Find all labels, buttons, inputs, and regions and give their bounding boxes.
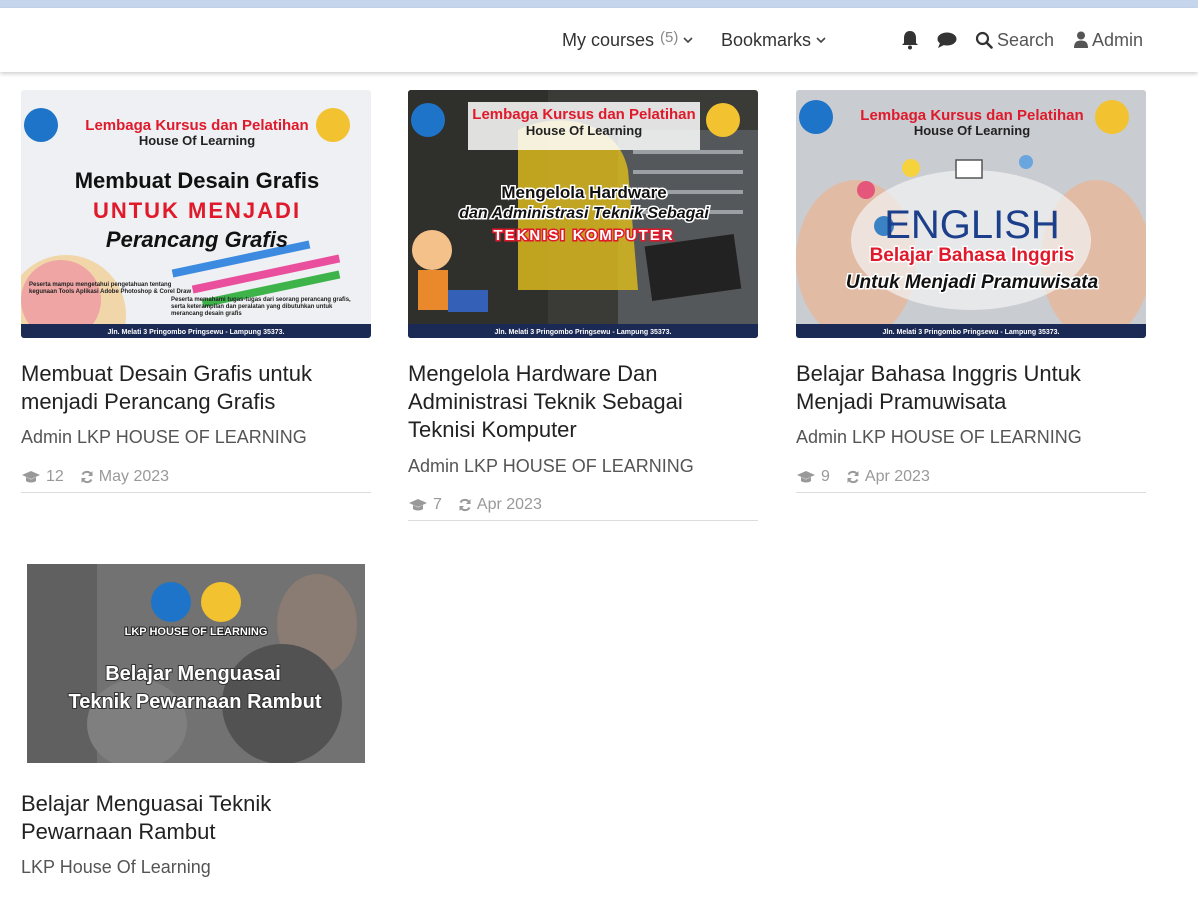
thumb-line-2: Belajar Bahasa Inggris [870,245,1075,266]
course-title[interactable]: Belajar Menguasai Teknik Pewarnaan Rambu… [21,790,271,846]
students-value: 7 [433,496,442,513]
lampung-logo-icon [706,103,740,137]
speech-bubble-icon [857,181,875,199]
thumb-line-1: Mengelola Hardware [501,183,666,202]
browser-top-strip [0,0,1198,8]
my-courses-label: My courses [562,29,655,50]
updated-value: Apr 2023 [864,468,930,485]
book-icon [955,159,983,179]
my-courses-count: (5) [660,28,679,46]
course-title-line: Menjadi Pramuwisata [796,389,1007,414]
thumb-header: Lembaga Kursus dan Pelatihan [860,107,1083,124]
my-courses-menu[interactable]: My courses (5) [562,8,694,72]
students-count: 7 [408,496,442,514]
user-menu[interactable]: Admin [1074,8,1143,72]
user-name: Admin [1092,29,1144,50]
emblem-icon [151,582,191,622]
graduation-cap-icon [22,471,40,483]
lampung-logo-icon [201,582,241,622]
course-title[interactable]: Membuat Desain Grafis untuk menjadi Pera… [21,360,312,416]
thumb-note-1: Peserta mampu mengetahui pengetahuan ten… [29,282,172,288]
thumb-note-4: serta keterampilan dan peralatan yang di… [171,304,333,310]
emblem-icon [411,103,445,137]
graduation-cap-icon [409,499,427,511]
thumb-line-3: Perancang Grafis [106,227,288,252]
course-title-line: menjadi Perancang Grafis [21,389,276,414]
course-thumbnail[interactable]: Lembaga Kursus dan Pelatihan House Of Le… [408,90,758,338]
course-title-line: Pewarnaan Rambut [21,819,216,844]
updated-value: Apr 2023 [476,496,542,513]
bookmarks-label: Bookmarks [721,29,812,50]
course-title-line: Belajar Menguasai Teknik [21,791,272,816]
thumb-header: Lembaga Kursus dan Pelatihan [472,106,695,123]
search-icon [975,31,993,49]
course-title[interactable]: Mengelola Hardware Dan Administrasi Tekn… [408,360,683,444]
network-icon [1019,155,1033,169]
students-value: 12 [46,468,64,485]
course-author: Admin LKP HOUSE OF LEARNING [408,456,694,476]
search-button[interactable]: Search [975,8,1054,72]
thumb-footer: Jln. Melati 3 Pringombo Pringsewu - Lamp… [108,329,285,336]
thumb-line-2: UNTUK MENJADI [93,198,301,223]
graduation-cap-icon [797,471,815,483]
thumb-line-2: dan Administrasi Teknik Sebagai [459,205,709,222]
course-title-line: Belajar Bahasa Inggris Untuk [796,361,1081,386]
course-thumbnail[interactable]: Lembaga Kursus dan Pelatihan House Of Le… [21,90,371,338]
refresh-icon [459,498,471,512]
course-author: Admin LKP HOUSE OF LEARNING [796,427,1082,447]
search-label: Search [997,29,1055,50]
thumb-header: Lembaga Kursus dan Pelatihan [85,117,308,134]
course-title-line: Administrasi Teknik Sebagai [408,389,683,414]
top-navbar: My courses (5) Bookmarks Search Admin [0,8,1198,72]
thumb-line-3: TEKNISI KOMPUTER [493,227,674,244]
course-title-line: Teknisi Komputer [408,417,577,442]
emblem-icon [24,108,58,142]
emblem-icon [799,100,833,134]
thumb-sub: House Of Learning [139,133,255,148]
chevron-down-icon [816,37,826,44]
thumb-line-3: Untuk Menjadi Pramuwisata [846,272,1099,293]
lampung-logo-icon [1095,100,1129,134]
thumb-sub: House Of Learning [914,123,1030,138]
course-meta: 12 May 2023 [21,468,371,493]
lampung-logo-icon [316,108,350,142]
thumb-line-1: Membuat Desain Grafis [75,168,320,193]
course-thumbnail[interactable]: LKP HOUSE OF LEARNING Belajar Menguasai … [27,564,365,763]
thumb-note-3: Peserta memahami tugas-tugas dari seoran… [171,297,351,303]
thumb-line-2: Teknik Pewarnaan Rambut [68,691,321,713]
course-title[interactable]: Belajar Bahasa Inggris Untuk Menjadi Pra… [796,360,1081,416]
chat-icon[interactable] [936,29,958,51]
course-meta: 7 Apr 2023 [408,496,758,521]
thumb-note-2: kegunaan Tools Aplikasi Adobe Photoshop … [29,289,191,295]
refresh-icon [847,470,859,484]
user-icon [1074,31,1088,48]
course-author: LKP House Of Learning [21,857,211,877]
course-title-line: Mengelola Hardware Dan [408,361,658,386]
bell-icon[interactable] [899,29,921,51]
course-author: Admin LKP HOUSE OF LEARNING [21,427,307,447]
thumb-header: LKP HOUSE OF LEARNING [125,626,268,638]
updated-date: May 2023 [80,468,169,486]
updated-date: Apr 2023 [458,496,542,514]
thumb-sub: House Of Learning [526,123,642,138]
updated-date: Apr 2023 [846,468,930,486]
chevron-down-icon [683,37,693,44]
students-count: 9 [796,468,830,486]
thumb-note-5: merancang desain grafis [171,311,242,317]
lightbulb-icon [902,159,920,177]
thumb-line-1: ENGLISH [884,203,1060,247]
students-count: 12 [21,468,64,486]
thumb-footer: Jln. Melati 3 Pringombo Pringsewu - Lamp… [883,329,1060,336]
thumb-footer: Jln. Melati 3 Pringombo Pringsewu - Lamp… [495,329,672,336]
bookmarks-menu[interactable]: Bookmarks [721,8,827,72]
refresh-icon [81,470,93,484]
updated-value: May 2023 [98,468,170,485]
technician-cartoon-icon [412,230,452,270]
course-thumbnail[interactable]: Lembaga Kursus dan Pelatihan House Of Le… [796,90,1146,338]
thumb-line-1: Belajar Menguasai [105,663,281,685]
course-meta: 9 Apr 2023 [796,468,1146,493]
course-title-line: Membuat Desain Grafis untuk [21,361,313,386]
students-value: 9 [821,468,830,485]
